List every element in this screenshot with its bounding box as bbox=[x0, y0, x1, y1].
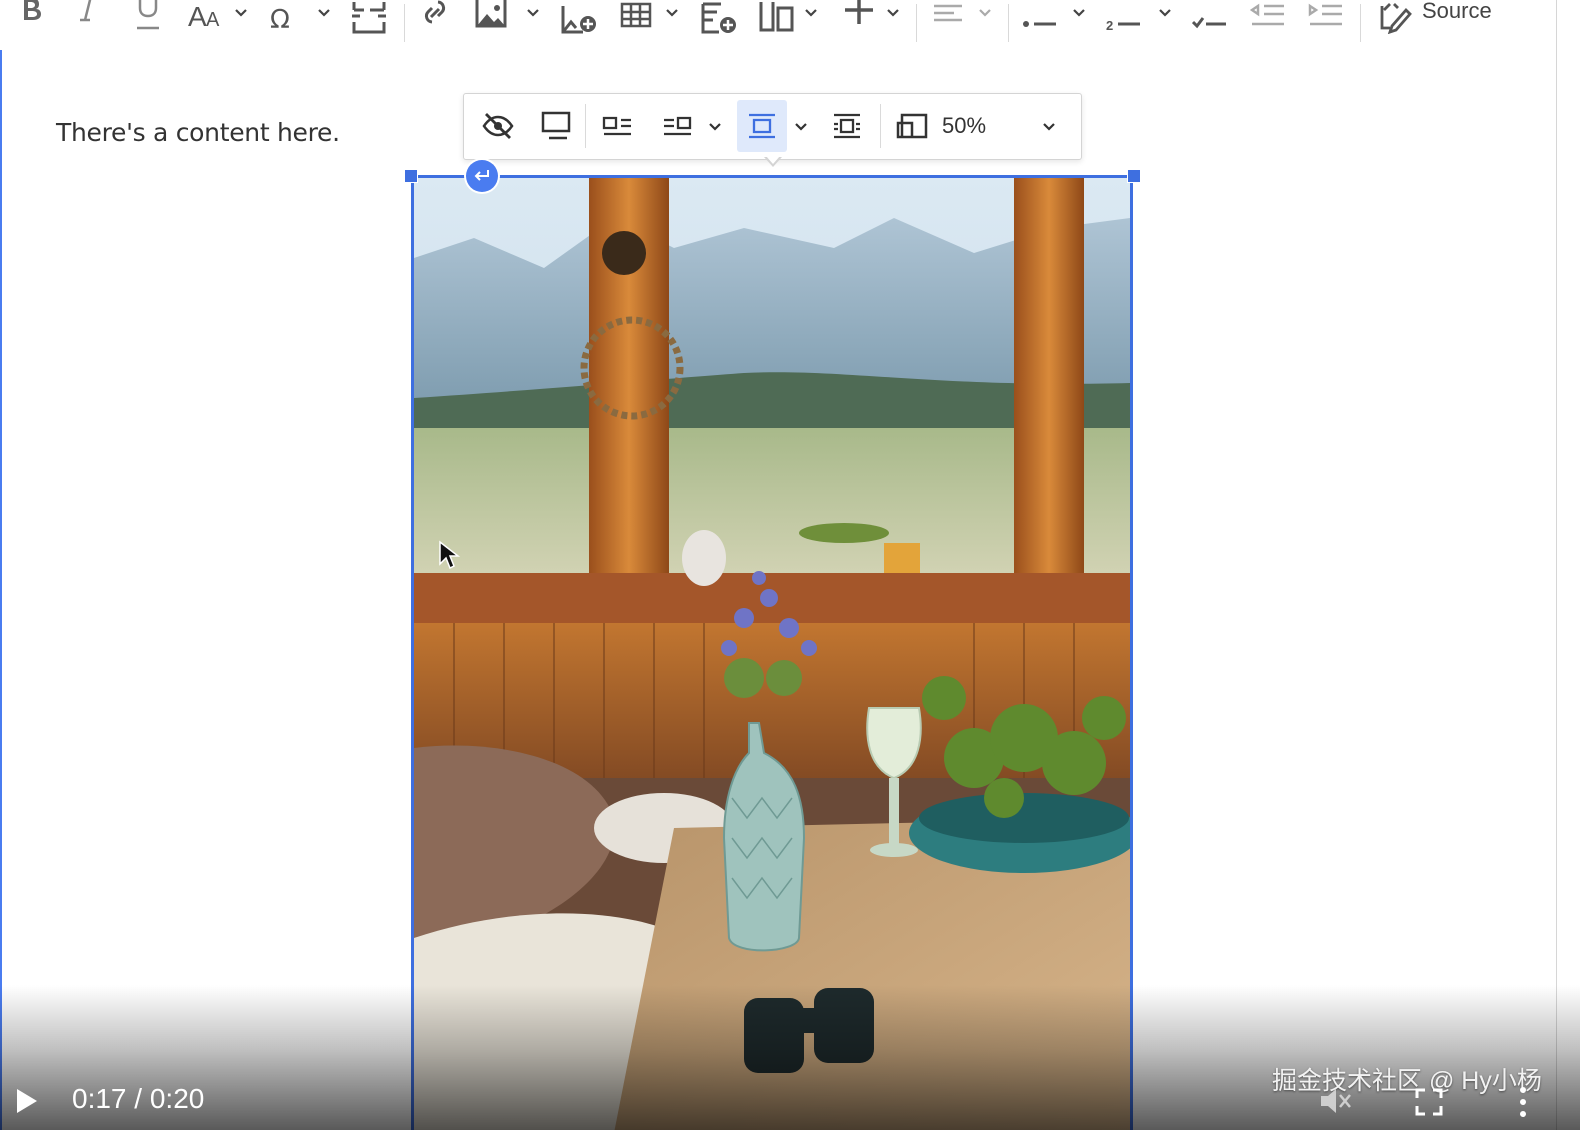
table-icon[interactable] bbox=[620, 0, 652, 36]
special-characters-icon[interactable]: Ω bbox=[270, 0, 304, 36]
chevron-down-icon[interactable] bbox=[317, 8, 331, 18]
font-size-icon[interactable]: AA bbox=[188, 0, 228, 36]
chevron-down-icon[interactable] bbox=[526, 8, 540, 18]
chevron-down-icon[interactable] bbox=[794, 122, 808, 132]
page-break-icon[interactable] bbox=[350, 0, 388, 36]
paragraph-text[interactable]: There's a content here. bbox=[56, 118, 340, 147]
resize-icon[interactable] bbox=[890, 100, 934, 152]
svg-text:2: 2 bbox=[1106, 18, 1113, 33]
bold-icon[interactable] bbox=[18, 0, 46, 36]
html-embed-icon[interactable] bbox=[758, 0, 796, 36]
insert-image-icon[interactable] bbox=[560, 0, 598, 36]
text-alternative-icon[interactable] bbox=[534, 100, 578, 152]
break-text-icon[interactable] bbox=[824, 100, 870, 152]
video-time-readout: 0:17 / 0:20 bbox=[72, 1083, 204, 1115]
editor-toolbar: AA Ω 2 Source bbox=[0, 0, 1557, 51]
wrap-left-icon[interactable] bbox=[594, 100, 640, 152]
image-balloon-toolbar bbox=[463, 93, 1082, 160]
chevron-down-icon[interactable] bbox=[665, 8, 679, 18]
watermark-text: 掘金技术社区 @ Hy小杨 bbox=[1272, 1067, 1542, 1095]
resize-dropdown-value[interactable]: 50% bbox=[942, 113, 986, 139]
chevron-down-icon[interactable] bbox=[708, 122, 722, 132]
selected-image[interactable] bbox=[411, 175, 1133, 1130]
svg-text:A: A bbox=[206, 9, 220, 30]
chevron-down-icon[interactable] bbox=[978, 8, 992, 18]
todo-list-icon[interactable] bbox=[1192, 0, 1228, 36]
link-icon[interactable] bbox=[420, 0, 450, 36]
mute-icon[interactable] bbox=[1318, 1086, 1352, 1116]
current-time: 0:17 bbox=[72, 1083, 127, 1114]
align-icon[interactable] bbox=[932, 0, 964, 36]
fullscreen-icon[interactable] bbox=[1415, 1088, 1443, 1116]
play-icon[interactable] bbox=[10, 1085, 42, 1117]
resize-handle-top-right[interactable] bbox=[1127, 169, 1141, 183]
insert-paragraph-before-button[interactable] bbox=[466, 160, 498, 192]
svg-text:A: A bbox=[188, 1, 207, 30]
outdent-icon[interactable] bbox=[1250, 0, 1286, 36]
cabin-photo bbox=[414, 178, 1130, 1130]
bulleted-list-icon[interactable] bbox=[1022, 0, 1058, 36]
more-options-icon[interactable] bbox=[1515, 1084, 1531, 1120]
balloon-arrow-inner bbox=[766, 156, 780, 164]
italic-icon[interactable] bbox=[76, 0, 100, 36]
svg-text:Ω: Ω bbox=[270, 5, 290, 30]
insert-table-icon[interactable] bbox=[700, 0, 738, 36]
block-center-icon[interactable] bbox=[737, 100, 787, 152]
source-label: Source bbox=[1422, 0, 1492, 23]
toggle-caption-icon[interactable] bbox=[476, 100, 520, 152]
insert-icon[interactable] bbox=[843, 0, 875, 36]
chevron-down-icon[interactable] bbox=[1158, 8, 1172, 18]
chevron-down-icon[interactable] bbox=[234, 8, 248, 18]
time-separator: / bbox=[134, 1083, 143, 1114]
wrap-right-icon[interactable] bbox=[654, 100, 700, 152]
chevron-down-icon[interactable] bbox=[1072, 8, 1086, 18]
resize-handle-top-left[interactable] bbox=[404, 169, 418, 183]
chevron-down-icon[interactable] bbox=[886, 8, 900, 18]
source-button[interactable]: Source bbox=[1380, 0, 1492, 34]
indent-icon[interactable] bbox=[1308, 0, 1344, 36]
underline-icon[interactable] bbox=[134, 0, 162, 36]
numbered-list-icon[interactable]: 2 bbox=[1106, 0, 1142, 36]
enter-arrow-icon bbox=[474, 170, 489, 181]
image-icon[interactable] bbox=[475, 0, 507, 36]
chevron-down-icon[interactable] bbox=[804, 8, 818, 18]
mouse-cursor-icon bbox=[439, 540, 460, 570]
chevron-down-icon[interactable] bbox=[1042, 122, 1056, 132]
duration: 0:20 bbox=[149, 1083, 205, 1114]
source-icon bbox=[1380, 3, 1412, 34]
